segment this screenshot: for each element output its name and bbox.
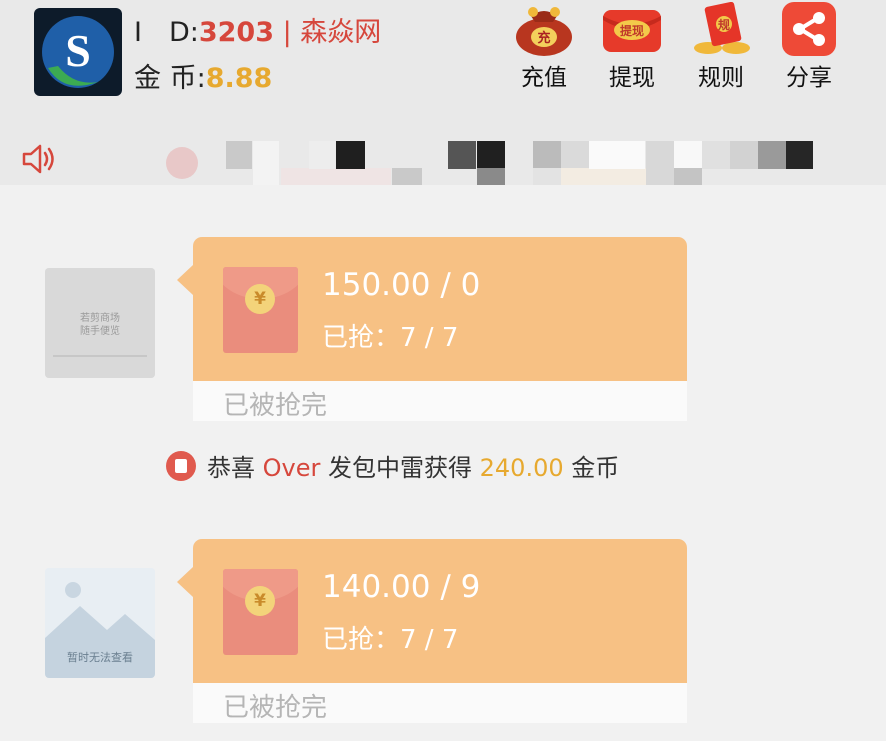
obscured-notice-block [589,141,645,169]
rules-label: 规则 [698,65,744,91]
obscured-notice-block [533,141,561,169]
share-button[interactable]: 分享 [773,0,845,100]
red-envelope-icon: ¥ [223,569,298,655]
obscured-notice-block [674,141,702,169]
yuan-coin: ¥ [245,586,275,616]
svg-text:提现: 提现 [620,23,644,38]
notice-bar [0,133,886,185]
obscured-notice-block [674,168,702,185]
red-packet-small-icon [166,451,196,481]
withdraw-button[interactable]: 提现 提现 [596,0,668,100]
svg-text:规: 规 [718,17,730,32]
speaker-icon[interactable] [20,140,58,178]
red-packet-card[interactable]: ¥ 140.00 / 9 已抢：7 / 7 [193,539,687,683]
obscured-notice-block [730,141,758,169]
obscured-notice-block [336,141,365,169]
user-id-value: 3203 [198,17,275,48]
obscured-notice-block [392,168,422,185]
red-envelope-icon: ¥ [223,267,298,353]
obscured-notice-block [477,168,505,185]
recharge-button[interactable]: 充 充值 [508,0,580,100]
sender-avatar[interactable]: 暂时无法查看 [45,568,155,678]
withdraw-label: 提现 [609,65,655,91]
app-logo: S [34,8,122,96]
packet-amount: 140.00 / 9 [322,569,481,605]
obscured-notice-block [309,141,335,169]
rules-button[interactable]: 规 规则 [685,0,757,100]
red-packet-message[interactable]: ¥ 140.00 / 9 已抢：7 / 7 已被抢完 [177,539,687,726]
svg-text:充: 充 [537,30,550,46]
yuan-coin: ¥ [245,284,275,314]
packet-status: 已被抢完 [223,391,328,421]
obscured-notice-block [758,141,786,169]
coin-balance-line: 金 币:8.88 [134,56,272,95]
win-amount: 240.00 [479,454,564,482]
red-packet-message[interactable]: ¥ 150.00 / 0 已抢：7 / 7 已被抢完 [177,237,687,424]
packet-status-bar: 已被抢完 [193,683,687,723]
obscured-notice-block [448,141,476,169]
packet-amount: 150.00 / 0 [322,267,481,303]
obscured-notice-block [477,141,505,169]
user-id-label: I D: [134,17,199,48]
svg-text:随手便览: 随手便览 [80,324,120,337]
share-icon [776,2,842,58]
obscured-notice-block [646,141,674,185]
svg-text:暂时无法查看: 暂时无法查看 [67,650,133,664]
obscured-notice-block [253,141,279,185]
sender-avatar[interactable]: 若剪商场 随手便览 [45,268,155,378]
svg-text:若剪商场: 若剪商场 [80,311,120,324]
obscured-notice-block [561,168,646,185]
rules-red-packet-icon: 规 [688,1,754,58]
obscured-notice-block [786,141,813,169]
obscured-notice-block [561,141,589,169]
system-message-text: 恭喜 Over 发包中雷获得 240.00 金币 [207,454,620,482]
share-label: 分享 [786,65,832,91]
obscured-notice-block [702,141,730,169]
packet-grabbed-count: 已抢：7 / 7 [322,625,459,655]
site-name: 森焱网 [300,17,382,48]
coin-label: 金 币: [134,63,206,94]
svg-text:S: S [65,25,91,76]
red-packet-card[interactable]: ¥ 150.00 / 0 已抢：7 / 7 [193,237,687,381]
packet-grabbed-count: 已抢：7 / 7 [322,323,459,353]
top-header: S I D:3203 | 森焱网 金 币:8.88 充 充值 提现 提现 规 规… [0,0,886,185]
notice-red-packet-icon [166,147,198,179]
id-separator: | [274,17,301,48]
user-id-line: I D:3203 | 森焱网 [134,10,381,49]
recharge-label: 充值 [521,65,567,91]
obscured-notice-block [281,168,391,185]
coin-value: 8.88 [205,63,273,94]
money-bag-icon: 充 [511,2,577,58]
withdraw-red-packet-icon: 提现 [599,2,665,58]
obscured-notice-block [226,141,252,169]
packet-status: 已被抢完 [223,693,328,723]
bubble-arrow [177,265,193,295]
bubble-arrow [177,567,193,597]
packet-status-bar: 已被抢完 [193,381,687,421]
obscured-notice-block [533,168,561,185]
winner-name: Over [262,454,321,482]
